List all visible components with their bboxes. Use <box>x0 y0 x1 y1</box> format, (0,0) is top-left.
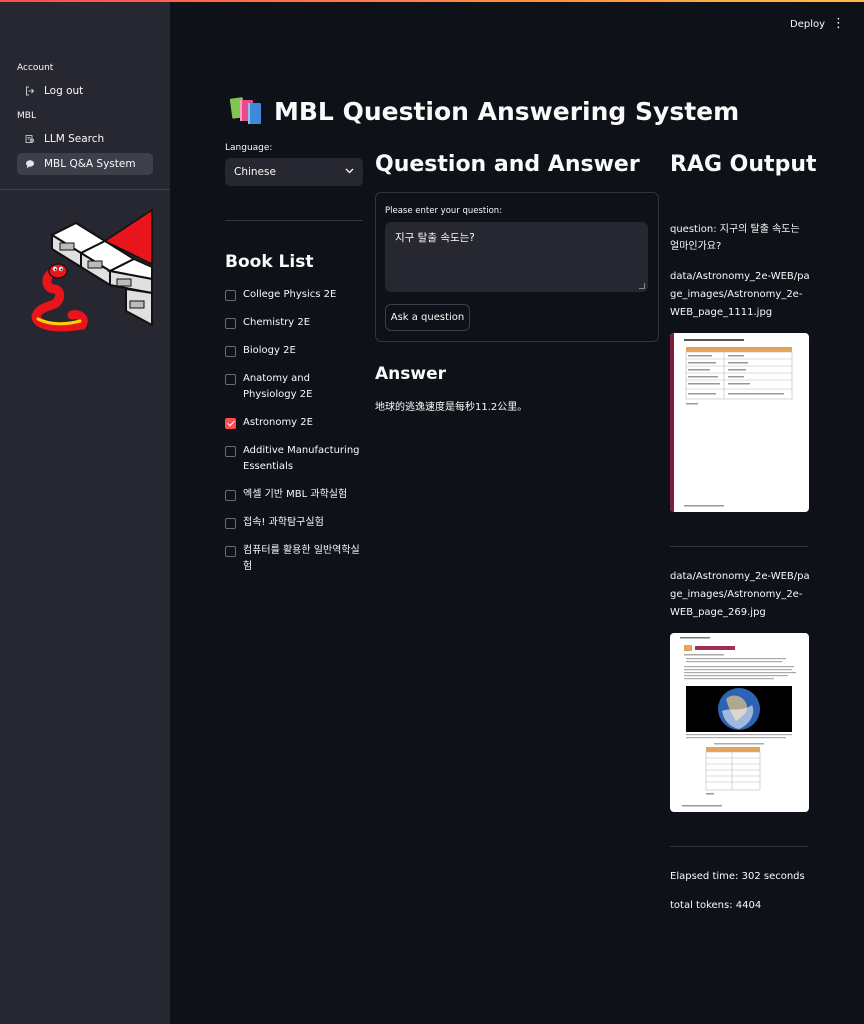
chevron-down-icon <box>345 167 354 177</box>
sidebar-section-mbl: MBL <box>17 111 36 121</box>
book-checkbox-college-physics[interactable]: College Physics 2E <box>225 287 365 303</box>
sidebar-item-label: LLM Search <box>44 133 105 145</box>
rag-divider <box>670 546 808 547</box>
answer-heading: Answer <box>375 364 446 384</box>
mbl-logo-icon <box>31 208 153 332</box>
book-label: College Physics 2E <box>243 289 337 300</box>
checkbox-box[interactable] <box>225 445 236 457</box>
book-label: Biology 2E <box>243 345 296 356</box>
book-label: Additive Manufacturing Essentials <box>243 445 360 472</box>
book-checkbox-astronomy[interactable]: Astronomy 2E <box>225 415 365 431</box>
rag-source-path: data/Astronomy_2e-WEB/page_images/Astron… <box>670 271 810 318</box>
question-label: Please enter your question: <box>385 206 503 216</box>
source-page-thumbnail <box>670 333 809 512</box>
book-label: Anatomy and Physiology 2E <box>243 373 313 400</box>
rag-output-heading: RAG Output <box>670 152 817 177</box>
answer-text: 地球的逃逸速度是每秒11.2公里。 <box>375 402 528 413</box>
book-checkbox-excel-mbl[interactable]: 엑셀 기반 MBL 과학실험 <box>225 487 365 503</box>
language-select[interactable]: Chinese <box>225 158 363 186</box>
page-title-text: MBL Question Answering System <box>274 96 740 126</box>
kebab-menu-icon[interactable]: ⋮ <box>832 15 845 33</box>
checkbox-box[interactable] <box>225 545 236 557</box>
rag-question: question: 지구의 탈출 속도는 얼마인가요? <box>670 224 800 252</box>
book-label: Astronomy 2E <box>243 417 313 428</box>
book-label: 컴퓨터를 활용한 일반역학실험 <box>243 545 360 572</box>
logout-icon <box>23 86 37 96</box>
book-checkbox-biology[interactable]: Biology 2E <box>225 343 365 359</box>
book-list-heading: Book List <box>225 252 314 272</box>
resize-handle-icon[interactable] <box>639 283 645 289</box>
sidebar-item-llm-search[interactable]: LLM Search <box>17 128 153 150</box>
book-label: Chemistry 2E <box>243 317 311 328</box>
rag-divider <box>670 846 808 847</box>
qa-heading: Question and Answer <box>375 152 640 177</box>
left-divider <box>225 220 363 221</box>
page-title: MBL Question Answering System <box>230 94 739 128</box>
language-selected-value: Chinese <box>234 166 276 178</box>
book-checkbox-additive-manufacturing[interactable]: Additive Manufacturing Essentials <box>225 443 365 475</box>
checkbox-box[interactable] <box>225 373 236 385</box>
logout-button[interactable]: Log out <box>17 80 153 102</box>
sidebar-item-mbl-qa[interactable]: MBL Q&A System <box>17 153 153 175</box>
source-page-thumbnail <box>670 633 809 812</box>
book-label: 접속! 과학탐구실험 <box>243 517 324 528</box>
sidebar-item-label: MBL Q&A System <box>44 158 136 170</box>
checkbox-box[interactable] <box>225 345 236 357</box>
speech-bubble-icon <box>23 159 37 169</box>
book-label: 엑셀 기반 MBL 과학실험 <box>243 489 348 500</box>
rag-source-path: data/Astronomy_2e-WEB/page_images/Astron… <box>670 571 810 618</box>
book-checkbox-chemistry[interactable]: Chemistry 2E <box>225 315 365 331</box>
sidebar: Account Log out MBL LLM Search MBL Q&A S… <box>0 2 170 1024</box>
sidebar-section-account: Account <box>17 63 54 73</box>
ask-question-button[interactable]: Ask a question <box>385 304 470 331</box>
language-label: Language: <box>225 143 273 153</box>
elapsed-time: Elapsed time: 302 seconds <box>670 871 805 882</box>
book-checkbox-computer-mechanics[interactable]: 컴퓨터를 활용한 일반역학실험 <box>225 543 365 575</box>
book-checkbox-science-inquiry[interactable]: 접속! 과학탐구실험 <box>225 515 365 531</box>
checkbox-box[interactable] <box>225 317 236 329</box>
books-icon <box>230 97 261 124</box>
checkbox-checked-icon[interactable] <box>225 417 236 429</box>
checkbox-box[interactable] <box>225 517 236 529</box>
book-checkbox-anatomy[interactable]: Anatomy and Physiology 2E <box>225 371 365 403</box>
question-input-value: 지구 탈출 속도는? <box>395 232 475 244</box>
sidebar-divider <box>0 189 170 190</box>
deploy-button[interactable]: Deploy <box>786 17 829 32</box>
question-input[interactable]: 지구 탈출 속도는? <box>385 222 648 292</box>
total-tokens: total tokens: 4404 <box>670 900 762 911</box>
checkbox-box[interactable] <box>225 289 236 301</box>
logout-label: Log out <box>44 85 84 97</box>
search-page-icon <box>23 134 37 144</box>
checkbox-box[interactable] <box>225 489 236 501</box>
